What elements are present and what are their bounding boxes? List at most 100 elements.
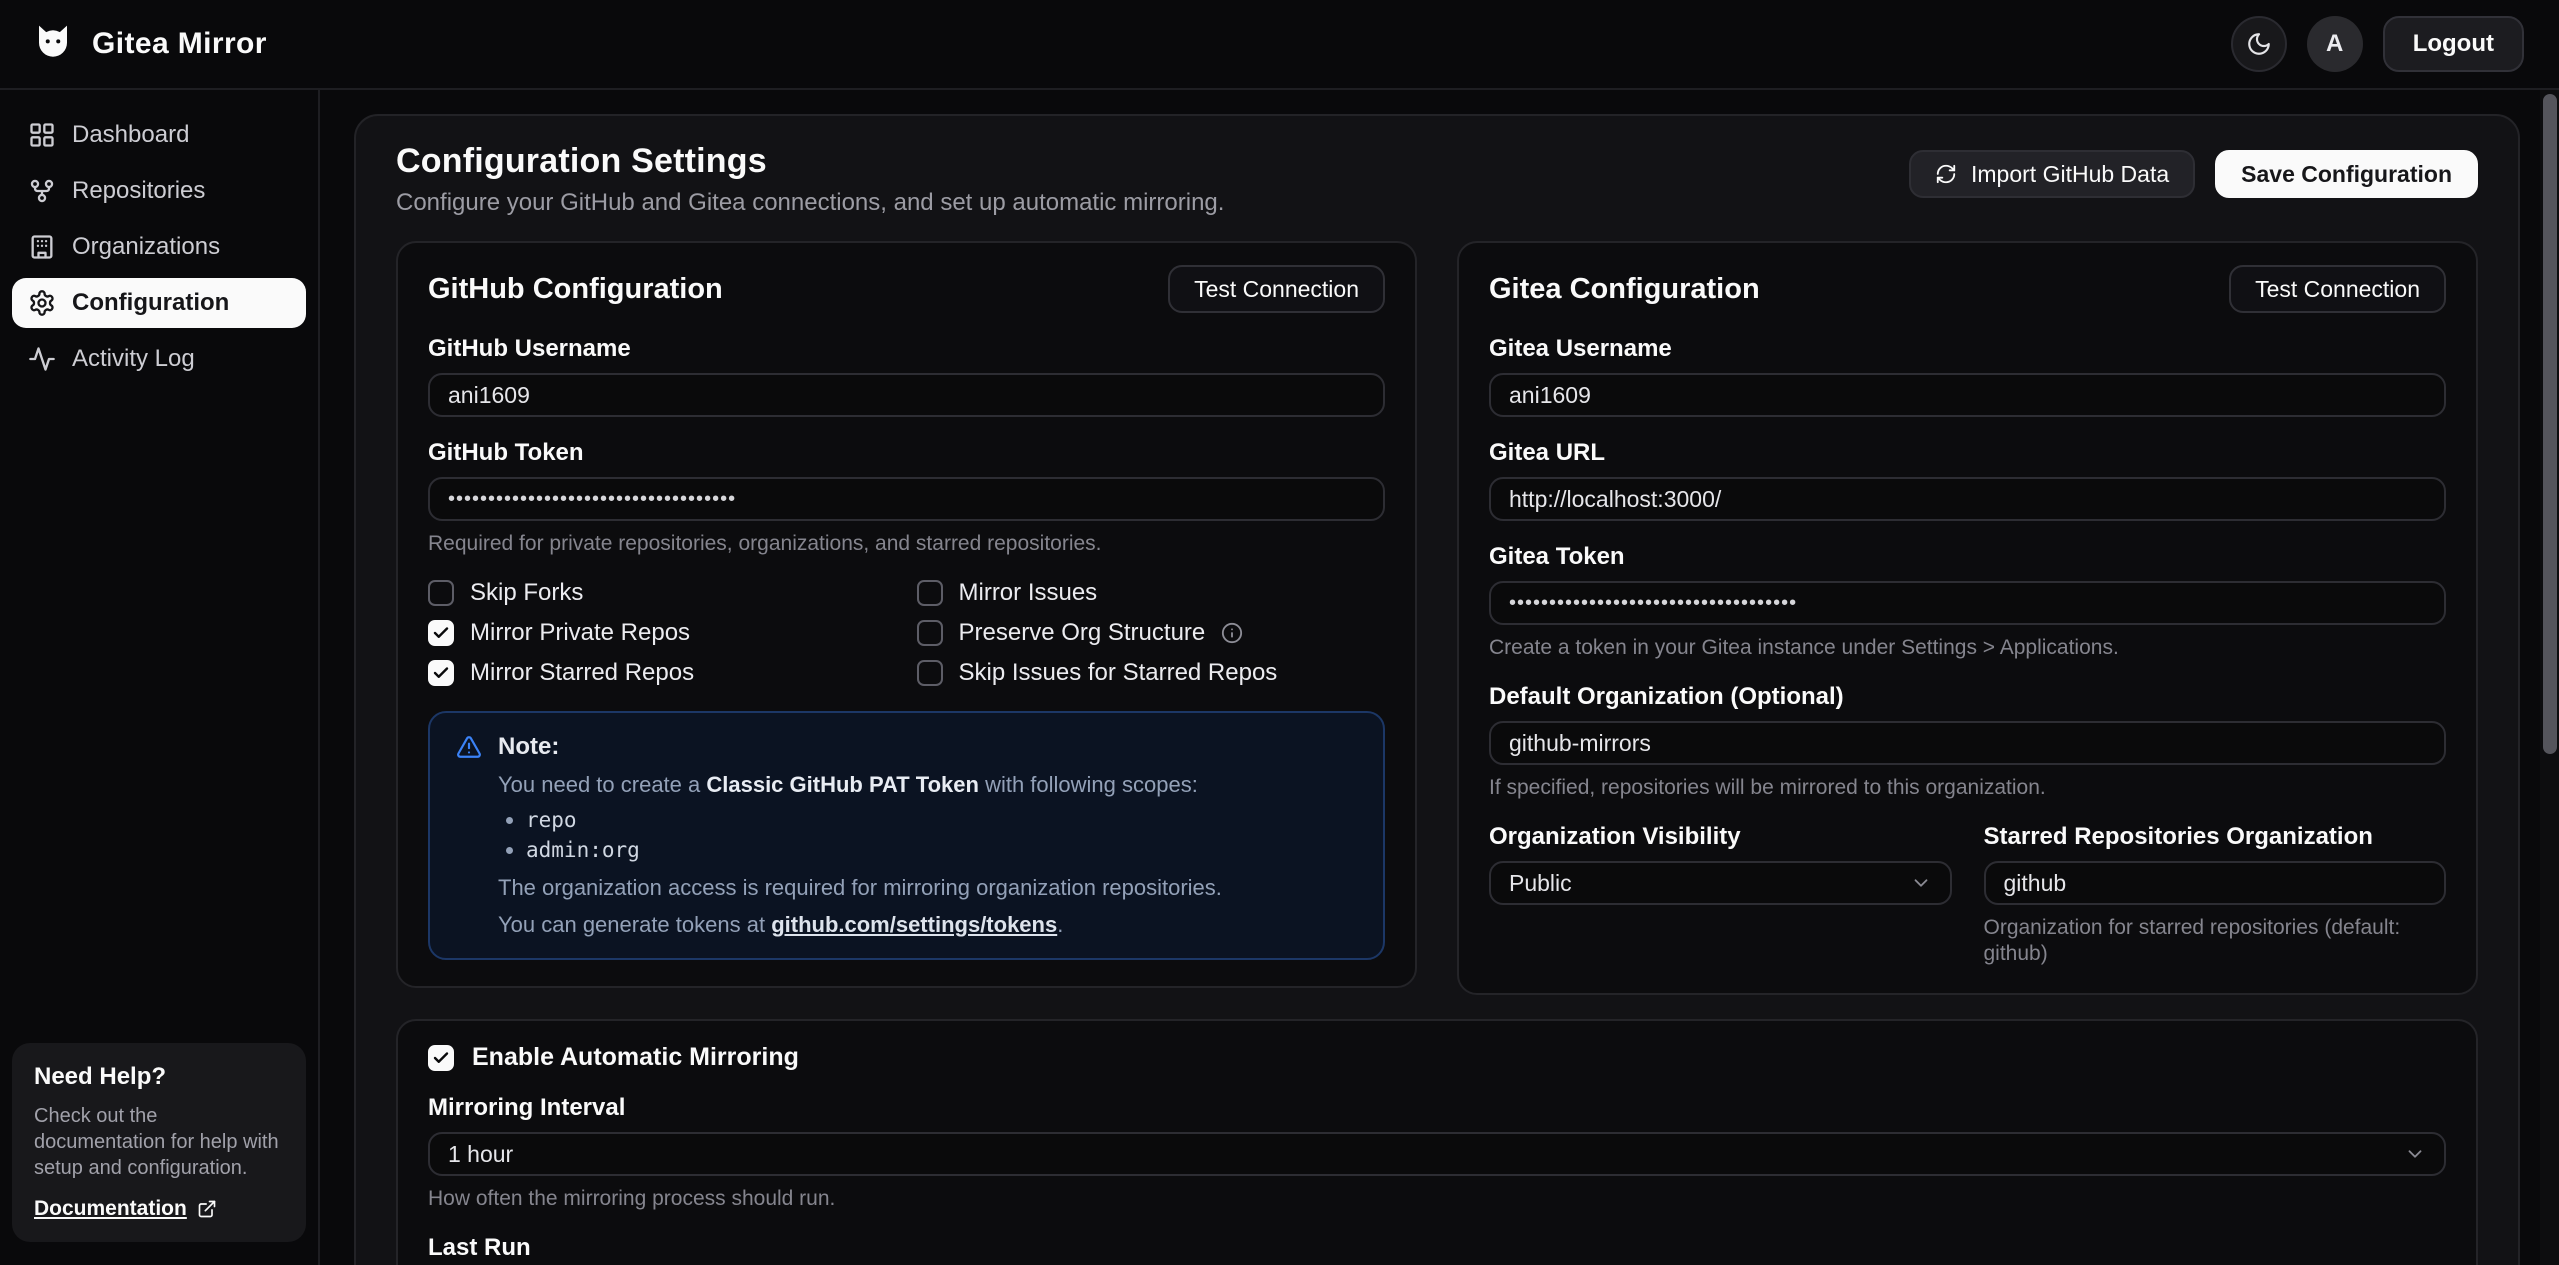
- main-content: Configuration Settings Configure your Gi…: [320, 90, 2559, 1265]
- note-scope-item: admin:org: [526, 836, 1357, 864]
- page-subtitle: Configure your GitHub and Gitea connecti…: [396, 189, 1224, 217]
- preserve-org-structure-checkbox[interactable]: Preserve Org Structure: [917, 619, 1386, 647]
- info-icon[interactable]: [1221, 622, 1243, 644]
- mirroring-interval-select[interactable]: 1 hour: [428, 1132, 2446, 1176]
- documentation-link[interactable]: Documentation: [34, 1197, 217, 1221]
- sidebar-item-organizations[interactable]: Organizations: [12, 222, 306, 272]
- github-username-input[interactable]: [428, 373, 1385, 417]
- starred-repositories-organization-helper: Organization for starred repositories (d…: [1984, 915, 2447, 967]
- sidebar-item-label: Repositories: [72, 177, 205, 205]
- page-title: Configuration Settings: [396, 142, 1224, 181]
- default-organization-input[interactable]: [1489, 721, 2446, 765]
- gitea-token-label: Gitea Token: [1489, 543, 2446, 571]
- documentation-link-label: Documentation: [34, 1197, 187, 1221]
- note-title: Note:: [498, 733, 559, 761]
- skip-forks-checkbox[interactable]: Skip Forks: [428, 579, 897, 607]
- github-token-helper: Required for private repositories, organ…: [428, 531, 1385, 557]
- last-run-label: Last Run: [428, 1234, 2446, 1262]
- git-fork-icon: [28, 177, 56, 205]
- gitea-url-input[interactable]: [1489, 477, 2446, 521]
- building-icon: [28, 233, 56, 261]
- cat-logo-icon: [32, 20, 74, 69]
- gitea-configuration-card: Gitea Configuration Test Connection Gite…: [1457, 241, 2478, 995]
- checkbox-label: Skip Forks: [470, 579, 583, 607]
- import-github-data-button[interactable]: Import GitHub Data: [1909, 150, 2195, 198]
- pat-token-note: Note: You need to create a Classic GitHu…: [428, 711, 1385, 960]
- sidebar-item-configuration[interactable]: Configuration: [12, 278, 306, 328]
- page-header-actions: Import GitHub Data Save Configuration: [1909, 142, 2478, 198]
- checkbox-label: Preserve Org Structure: [959, 619, 1206, 647]
- github-test-connection-button[interactable]: Test Connection: [1168, 265, 1385, 313]
- sidebar-item-repositories[interactable]: Repositories: [12, 166, 306, 216]
- github-token-field: GitHub Token Required for private reposi…: [428, 439, 1385, 557]
- starred-repositories-organization-field: Starred Repositories Organization Organi…: [1984, 823, 2447, 967]
- gitea-username-label: Gitea Username: [1489, 335, 2446, 363]
- save-configuration-button[interactable]: Save Configuration: [2215, 150, 2478, 198]
- default-organization-helper: If specified, repositories will be mirro…: [1489, 775, 2446, 801]
- page-header: Configuration Settings Configure your Gi…: [396, 142, 2478, 217]
- mirror-private-repos-checkbox[interactable]: Mirror Private Repos: [428, 619, 897, 647]
- app-title: Gitea Mirror: [92, 27, 267, 61]
- activity-icon: [28, 345, 56, 373]
- checkbox-label: Skip Issues for Starred Repos: [959, 659, 1278, 687]
- external-link-icon: [197, 1199, 217, 1219]
- mirroring-interval-field: Mirroring Interval 1 hour How often the …: [428, 1094, 2446, 1212]
- refresh-icon: [1935, 163, 1957, 185]
- github-options: Skip Forks Mirror Private Repos Mirror S…: [428, 579, 1385, 687]
- header-actions: A Logout: [2231, 16, 2524, 72]
- gitea-username-field: Gitea Username: [1489, 335, 2446, 417]
- sidebar-item-activity-log[interactable]: Activity Log: [12, 334, 306, 384]
- last-run-field: Last Run May 17, 2025 at 12:24 AM: [428, 1234, 2446, 1265]
- checkbox-box: [428, 1045, 454, 1071]
- gitea-mirror-app: Gitea Mirror A Logout Dashboard Reposito…: [0, 0, 2559, 1265]
- organization-visibility-label: Organization Visibility: [1489, 823, 1952, 851]
- checkbox-box: [428, 660, 454, 686]
- theme-toggle-button[interactable]: [2231, 16, 2287, 72]
- gitea-url-label: Gitea URL: [1489, 439, 2446, 467]
- configuration-page-card: Configuration Settings Configure your Gi…: [354, 114, 2520, 1265]
- gitea-token-input[interactable]: [1489, 581, 2446, 625]
- gitea-card-title: Gitea Configuration: [1489, 273, 1760, 306]
- github-settings-tokens-link[interactable]: github.com/settings/tokens: [771, 912, 1057, 937]
- starred-repositories-organization-input[interactable]: [1984, 861, 2447, 905]
- logout-button[interactable]: Logout: [2383, 16, 2524, 72]
- gitea-username-input[interactable]: [1489, 373, 2446, 417]
- github-card-title: GitHub Configuration: [428, 273, 723, 306]
- github-configuration-card: GitHub Configuration Test Connection Git…: [396, 241, 1417, 988]
- organization-visibility-value: Public: [1509, 870, 1572, 897]
- gitea-test-connection-button[interactable]: Test Connection: [2229, 265, 2446, 313]
- chevron-down-icon: [1910, 872, 1932, 894]
- checkbox-label: Mirror Starred Repos: [470, 659, 694, 687]
- starred-repositories-organization-label: Starred Repositories Organization: [1984, 823, 2447, 851]
- gitea-url-field: Gitea URL: [1489, 439, 2446, 521]
- need-help-card: Need Help? Check out the documentation f…: [12, 1043, 306, 1242]
- checkbox-box: [428, 620, 454, 646]
- sidebar: Dashboard Repositories Organizations Con…: [0, 90, 320, 1265]
- checkbox-box: [917, 620, 943, 646]
- note-org-access: The organization access is required for …: [498, 874, 1357, 901]
- checkbox-box: [428, 580, 454, 606]
- checkbox-box: [917, 580, 943, 606]
- skip-issues-for-starred-repos-checkbox[interactable]: Skip Issues for Starred Repos: [917, 659, 1386, 687]
- mirroring-interval-label: Mirroring Interval: [428, 1094, 2446, 1122]
- top-header: Gitea Mirror A Logout: [0, 0, 2559, 90]
- chevron-down-icon: [2404, 1143, 2426, 1165]
- enable-automatic-mirroring-label: Enable Automatic Mirroring: [472, 1043, 799, 1072]
- scrollbar-thumb[interactable]: [2543, 94, 2557, 754]
- default-organization-field: Default Organization (Optional) If speci…: [1489, 683, 2446, 801]
- checkbox-box: [917, 660, 943, 686]
- github-username-label: GitHub Username: [428, 335, 1385, 363]
- mirror-starred-repos-checkbox[interactable]: Mirror Starred Repos: [428, 659, 897, 687]
- user-avatar[interactable]: A: [2307, 16, 2363, 72]
- sidebar-item-label: Configuration: [72, 289, 229, 317]
- sidebar-item-dashboard[interactable]: Dashboard: [12, 110, 306, 160]
- organization-visibility-select[interactable]: Public: [1489, 861, 1952, 905]
- mirror-issues-checkbox[interactable]: Mirror Issues: [917, 579, 1386, 607]
- github-token-input[interactable]: [428, 477, 1385, 521]
- enable-automatic-mirroring-checkbox[interactable]: Enable Automatic Mirroring: [428, 1043, 2446, 1072]
- scrollbar[interactable]: [2540, 90, 2559, 1265]
- note-scope-item: repo: [526, 806, 1357, 834]
- checkbox-label: Mirror Issues: [959, 579, 1098, 607]
- moon-icon: [2246, 31, 2272, 57]
- app-brand[interactable]: Gitea Mirror: [32, 20, 267, 69]
